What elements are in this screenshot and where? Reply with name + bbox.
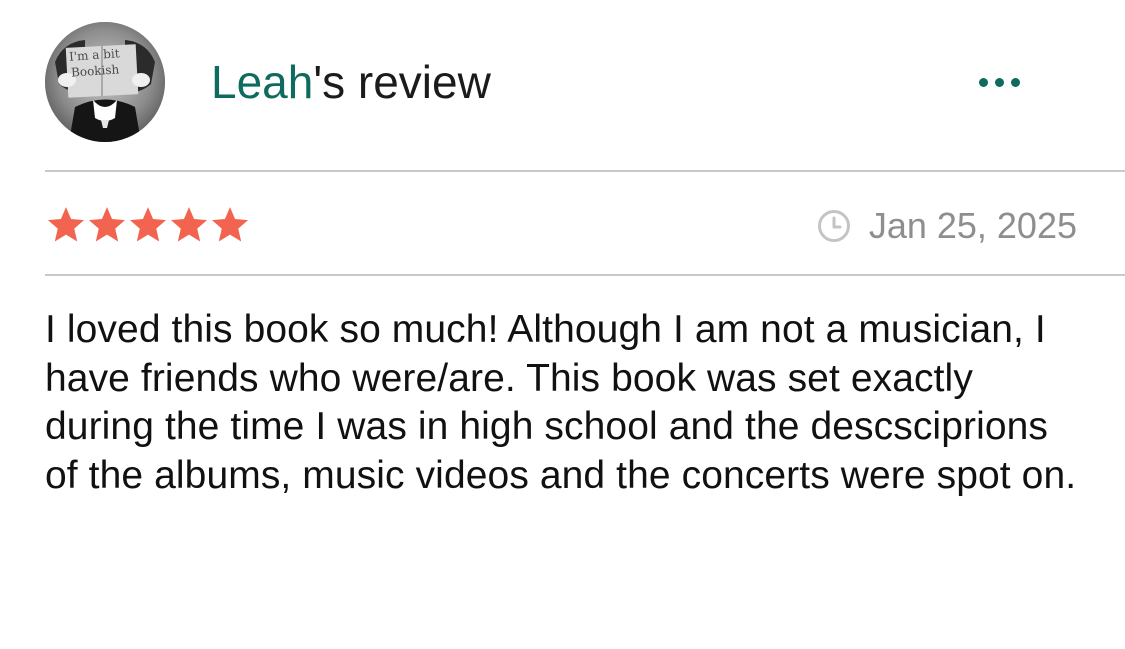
avatar[interactable]: I'm a bit Bookish <box>45 22 165 142</box>
divider <box>45 274 1125 276</box>
date-text: Jan 25, 2025 <box>868 205 1077 246</box>
star-rating <box>45 204 250 248</box>
star-icon <box>47 207 85 242</box>
review-card: I'm a bit Bookish Leah's review Jan 25, … <box>0 0 1125 649</box>
review-body-text: I loved this book so much! Although I am… <box>45 308 1077 497</box>
review-title-suffix: 's review <box>313 56 491 108</box>
reviewer-name-link[interactable]: Leah <box>211 56 313 108</box>
star-icon <box>88 207 126 242</box>
star-icon <box>170 207 208 242</box>
star-icon <box>211 207 249 242</box>
review-header: I'm a bit Bookish Leah's review <box>45 22 1125 142</box>
clock-icon <box>817 210 850 242</box>
review-title: Leah's review <box>211 56 491 108</box>
review-meta-row: Jan 25, 2025 <box>45 172 1085 274</box>
avatar-photo <box>45 22 165 142</box>
more-options-button[interactable] <box>970 62 1030 102</box>
star-icon <box>129 207 167 242</box>
review-date: Jan 25, 2025 <box>817 204 1077 248</box>
